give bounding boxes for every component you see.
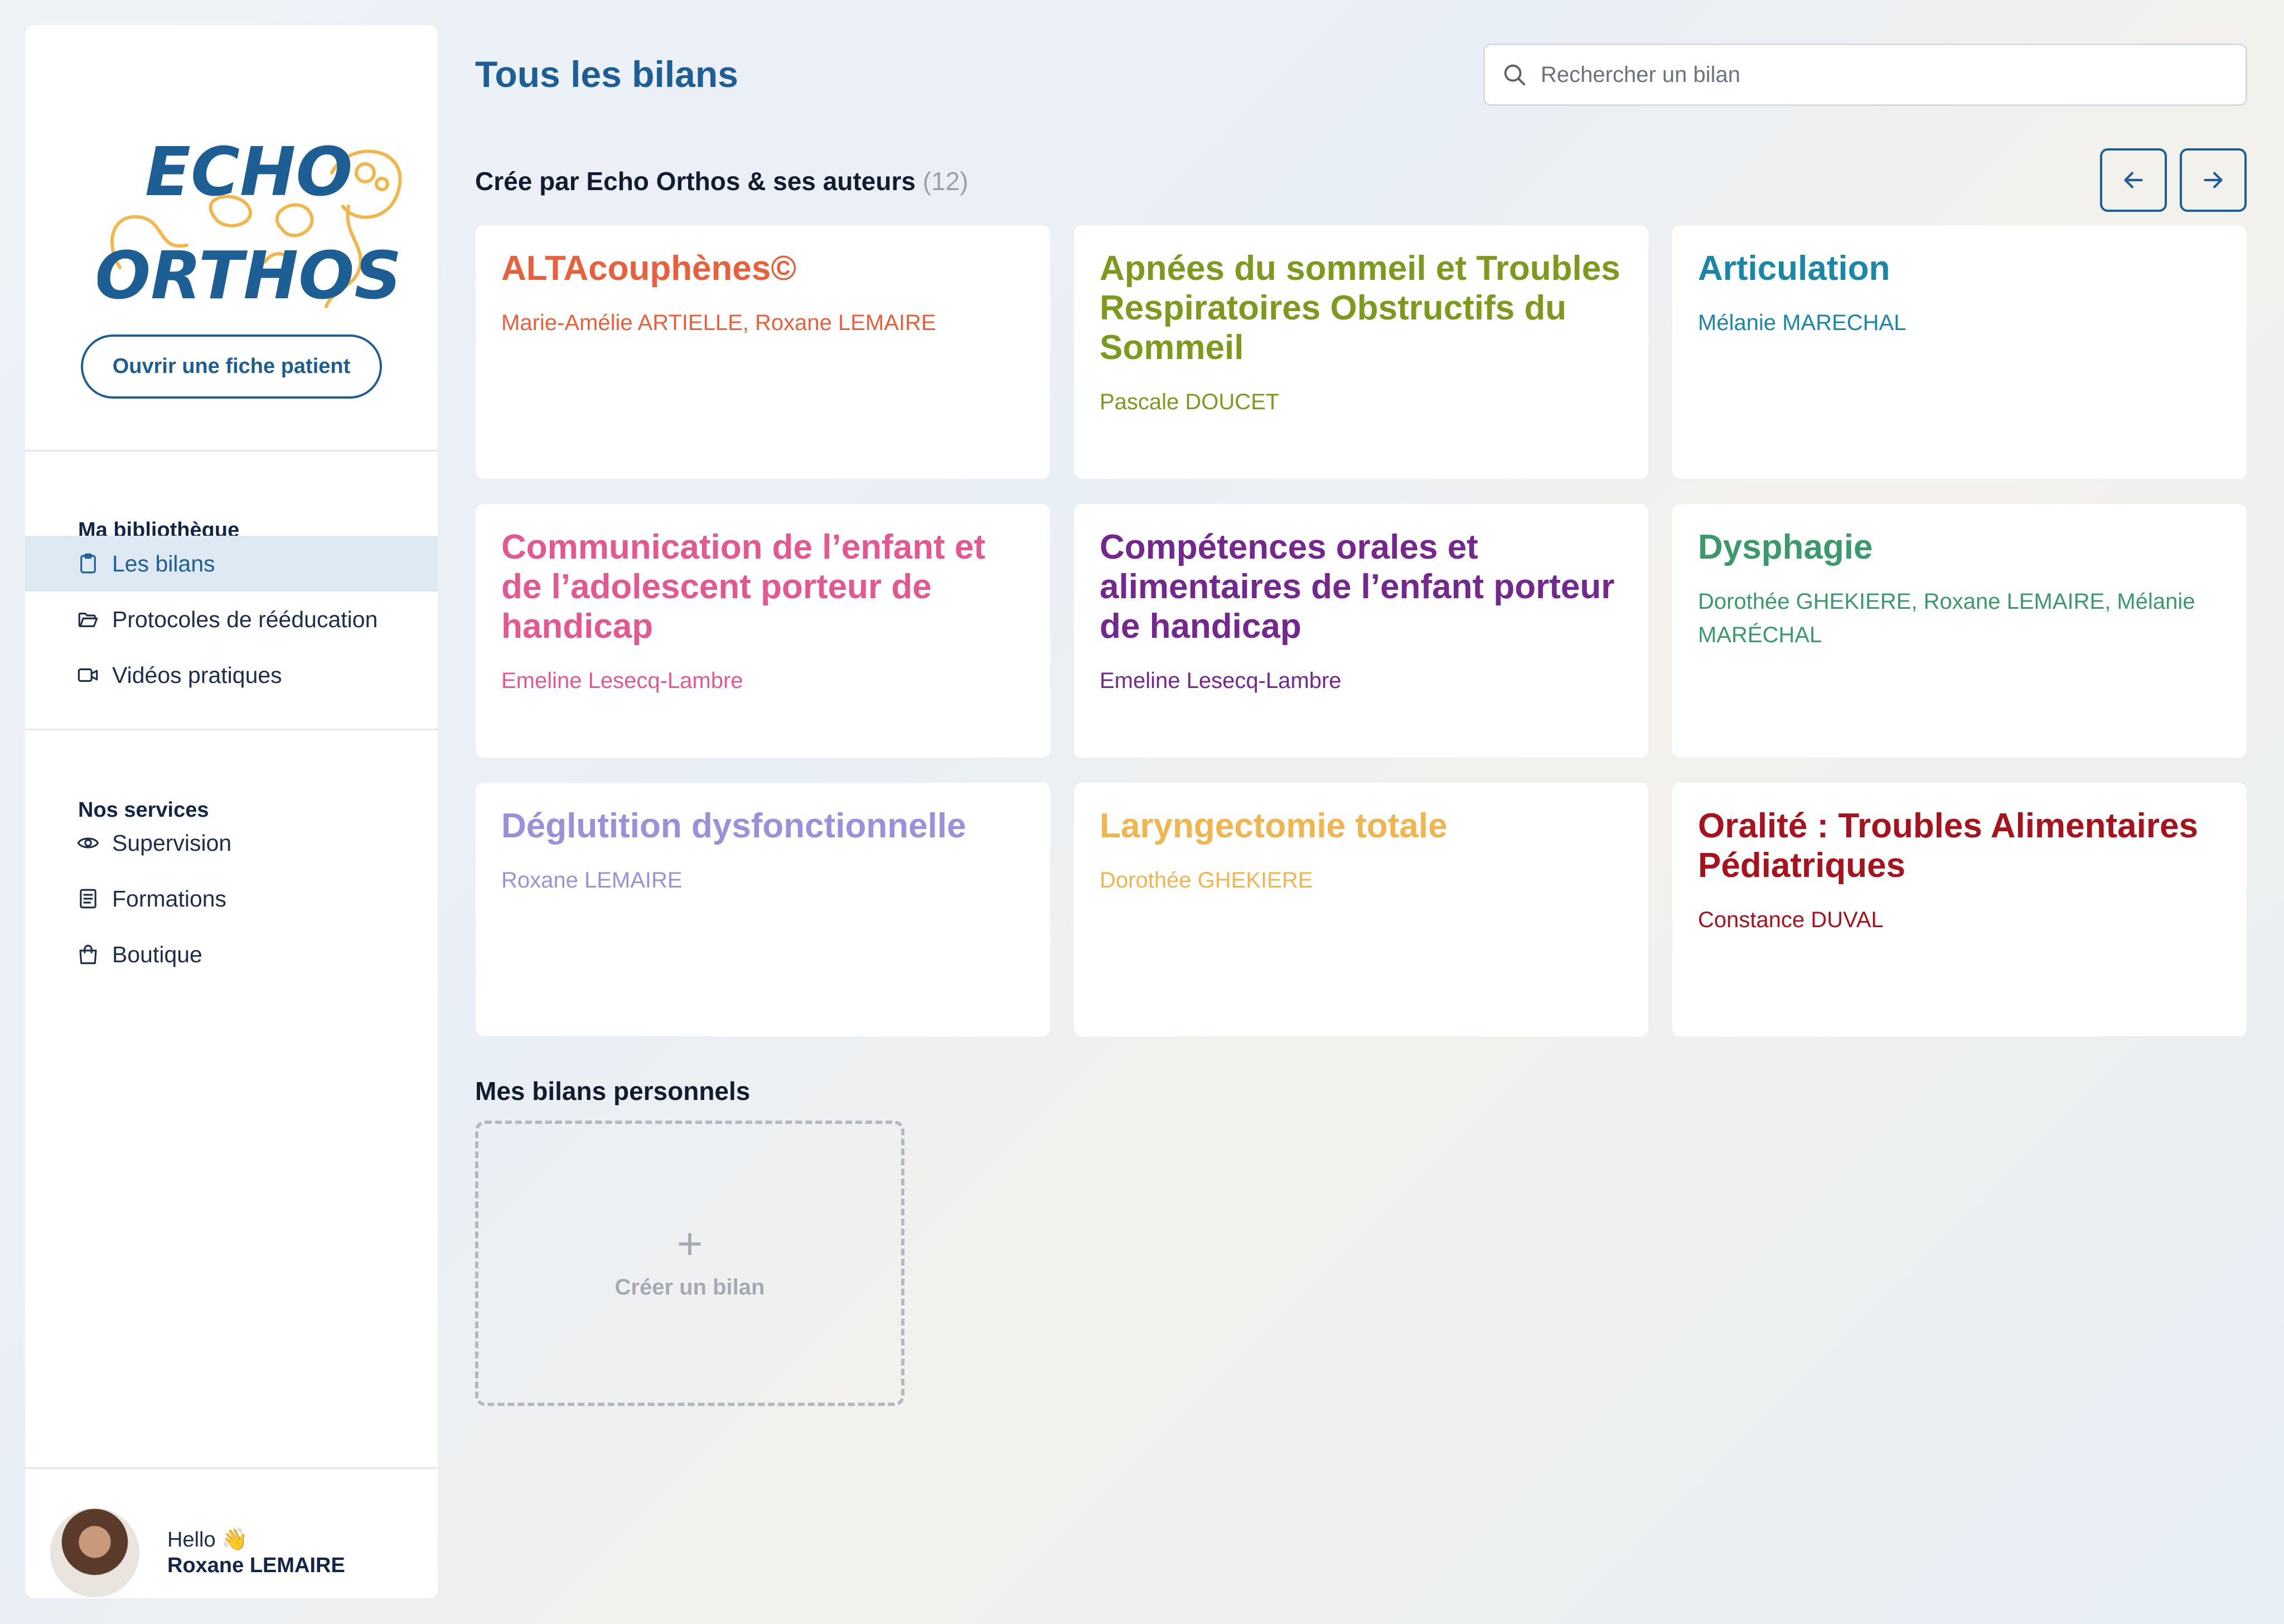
shopping-bag-icon	[79, 944, 97, 964]
sidebar-item-label: Supervision	[112, 830, 232, 856]
folder-icon	[78, 612, 98, 627]
bilan-card[interactable]: Articulation Mélanie MARECHAL	[1672, 225, 2247, 479]
arrow-left-icon	[2124, 172, 2143, 188]
sidebar-item-bilans[interactable]: Les bilans	[25, 536, 438, 592]
bilan-card[interactable]: ALTAcouphènes© Marie-Amélie ARTIELLE, Ro…	[476, 225, 1050, 479]
bilan-card-title: Apnées du sommeil et Troubles Respiratoi…	[1100, 249, 1620, 367]
sidebar-item-protocoles[interactable]: Protocoles de rééducation	[25, 592, 438, 647]
echo-orthos-logo[interactable]: ECHO ORTHOS	[95, 128, 410, 318]
bilan-card-title: Dysphagie	[1698, 528, 1873, 566]
clipboard-icon	[80, 553, 96, 574]
next-button[interactable]	[2180, 148, 2247, 212]
greeting: Hello 👋	[167, 1528, 248, 1552]
bilan-card[interactable]: Oralité : Troubles Alimentaires Pédiatri…	[1672, 783, 2247, 1036]
arrow-right-icon	[2204, 172, 2223, 188]
svg-text:ORTHOS: ORTHOS	[98, 237, 401, 314]
page-title: Tous les bilans	[475, 54, 738, 95]
search-input[interactable]	[1541, 62, 2210, 88]
sidebar-item-videos[interactable]: Vidéos pratiques	[25, 647, 438, 703]
authors-section-title: Crée par Echo Orthos & ses auteurs (12)	[475, 166, 969, 196]
bilan-card-authors: Constance DUVAL	[1698, 908, 1884, 932]
bilan-card[interactable]: Déglutition dysfonctionnelle Roxane LEMA…	[476, 783, 1050, 1036]
bilan-card-authors: Dorothée GHEKIERE, Roxane LEMAIRE, Mélan…	[1698, 589, 2195, 647]
previous-button[interactable]	[2100, 148, 2167, 212]
sidebar-item-label: Les bilans	[112, 550, 215, 576]
eye-icon	[77, 837, 99, 849]
bilan-card-authors: Dorothée GHEKIERE	[1100, 868, 1313, 893]
book-icon	[80, 889, 96, 909]
bilans-count: (12)	[922, 167, 969, 196]
sidebar: ECHO ORTHOS Ouvrir une fiche patient Ma …	[25, 25, 438, 1598]
bilan-card[interactable]: Apnées du sommeil et Troubles Respiratoi…	[1074, 225, 1648, 479]
bilan-card-authors: Pascale DOUCET	[1100, 390, 1280, 414]
bilan-card-title: Compétences orales et alimentaires de l’…	[1100, 528, 1615, 646]
sidebar-item-label: Formations	[112, 885, 227, 912]
create-bilan-label: Créer un bilan	[614, 1274, 765, 1300]
sidebar-item-boutique[interactable]: Boutique	[25, 927, 438, 982]
search-icon	[1504, 64, 1526, 86]
plus-icon: +	[676, 1218, 703, 1268]
bilan-card-authors: Roxane LEMAIRE	[501, 868, 683, 893]
bilan-card-title: Oralité : Troubles Alimentaires Pédiatri…	[1698, 807, 2198, 885]
bilan-card-title: Laryngectomie totale	[1100, 807, 1448, 845]
bilan-card-authors: Mélanie MARECHAL	[1698, 311, 1906, 335]
sidebar-item-supervision[interactable]: Supervision	[25, 815, 438, 871]
avatar[interactable]	[50, 1508, 139, 1597]
divider	[25, 729, 438, 730]
bilan-card-authors: Emeline Lesecq-Lambre	[501, 668, 743, 693]
bilan-card-title: Communication de l’enfant et de l’adoles…	[501, 528, 986, 646]
user-name: Roxane LEMAIRE	[167, 1554, 345, 1577]
create-bilan-button[interactable]: + Créer un bilan	[475, 1121, 904, 1406]
bilan-card-title: ALTAcouphènes©	[501, 249, 797, 288]
bilan-card[interactable]: Communication de l’enfant et de l’adoles…	[476, 504, 1050, 758]
sidebar-item-formations[interactable]: Formations	[25, 871, 438, 927]
authors-section-label: Crée par Echo Orthos & ses auteurs	[475, 167, 916, 196]
bilan-card[interactable]: Dysphagie Dorothée GHEKIERE, Roxane LEMA…	[1672, 504, 2247, 758]
bilan-card-authors: Marie-Amélie ARTIELLE, Roxane LEMAIRE	[501, 311, 936, 335]
bilan-card-authors: Emeline Lesecq-Lambre	[1100, 668, 1342, 693]
bilan-card-title: Déglutition dysfonctionnelle	[501, 807, 966, 845]
bilan-card-title: Articulation	[1698, 249, 1890, 288]
bilan-card[interactable]: Compétences orales et alimentaires de l’…	[1074, 504, 1648, 758]
sidebar-item-label: Boutique	[112, 941, 202, 967]
svg-text:ECHO: ECHO	[145, 134, 352, 211]
search-box[interactable]	[1483, 43, 2247, 106]
sidebar-item-label: Protocoles de rééducation	[112, 606, 378, 632]
divider	[25, 450, 438, 452]
personal-section-title: Mes bilans personnels	[475, 1077, 751, 1106]
sidebar-item-label: Vidéos pratiques	[112, 662, 282, 688]
user-profile[interactable]: Hello 👋 Roxane LEMAIRE	[25, 1469, 438, 1598]
video-icon	[78, 668, 98, 682]
bilan-card[interactable]: Laryngectomie totale Dorothée GHEKIERE	[1074, 783, 1648, 1036]
open-patient-button[interactable]: Ouvrir une fiche patient	[81, 335, 382, 399]
